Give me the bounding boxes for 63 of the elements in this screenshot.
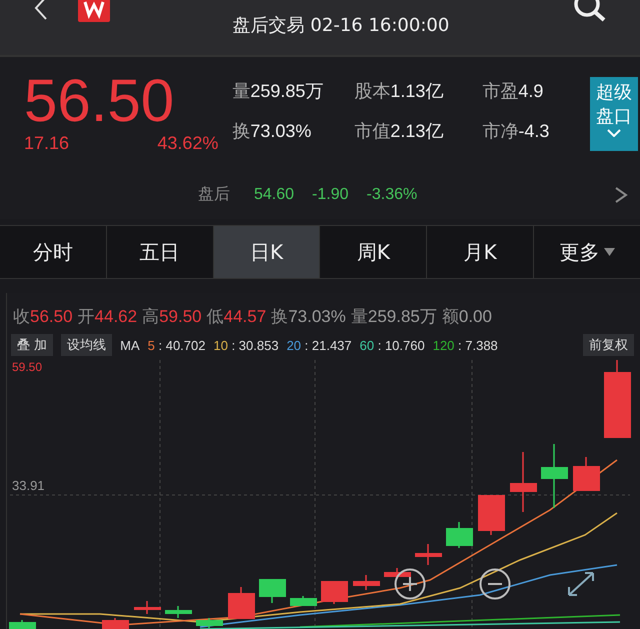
chevron-right-icon[interactable] [614,186,628,204]
after-hours-price: 54.60 [254,186,294,204]
chart-tab[interactable]: 分时 [0,226,107,278]
overlay-button[interactable]: 叠 加 [11,334,54,356]
ohlc-value: 额0.00 [442,306,492,328]
last-price: 56.50 [24,69,176,133]
ma-value: 10 : 30.853 [213,338,279,352]
zoom-in-icon[interactable] [394,568,426,600]
axis-label: 59.50 [12,360,42,374]
chart-tab[interactable]: 更多 [534,226,640,278]
candlestick [478,495,505,535]
ma-value: 120 : 7.388 [432,338,498,352]
candlestick [134,601,161,614]
stat-item: 量259.85万 [232,80,324,103]
ohlc-value: 开44.62 [78,306,138,328]
trading-status: 盘后交易 02-16 16:00:00 [232,14,450,38]
chart-tab[interactable]: 日K [214,226,320,278]
ma-value: 5 : 40.702 [148,338,206,352]
order-book-button[interactable]: 超级盘口 [590,77,638,151]
app-logo-icon [78,0,110,22]
candlestick [446,522,473,548]
ohlc-value: 收56.50 [13,306,73,328]
set-ma-button[interactable]: 设均线 [61,334,112,356]
chart-tab[interactable]: 月K [427,226,534,278]
candlestick [510,452,537,512]
candlestick [9,620,36,629]
candlestick [259,579,286,603]
chevron-down-icon [607,129,622,137]
candlestick [384,568,411,579]
ohlc-value: 低44.57 [206,306,266,328]
price-adjust-button[interactable]: 前复权 [583,334,634,356]
percent-change: 43.62% [157,133,218,154]
zoom-out-icon[interactable] [479,568,511,600]
candlestick [321,581,348,604]
after-hours-change: -1.90 [312,186,349,204]
ohlc-value: 换73.03% [271,306,346,328]
ma-value: 60 : 10.760 [360,338,425,352]
expand-icon[interactable] [566,570,596,598]
stat-item: 股本1.13亿 [354,80,444,103]
ma-label: MA [120,338,140,352]
price-change: 17.16 [24,133,70,154]
stat-item: 市盈4.9 [482,80,544,103]
after-hours-label: 盘后 [198,184,230,205]
stat-item: 市值2.13亿 [354,120,444,143]
candlestick [573,457,600,491]
candlestick [228,587,255,619]
stat-item: 市净-4.3 [482,120,550,143]
candlestick [102,618,129,629]
chart-tab[interactable]: 周K [320,226,428,278]
ohlc-value: 量259.85万 [350,306,437,328]
candlestick [415,544,442,565]
candlestick [541,444,568,508]
after-hours-percent: -3.36% [366,186,418,204]
dropdown-triangle-icon [604,248,615,256]
candlestick [290,596,317,606]
axis-label: 33.91 [12,478,45,493]
back-icon[interactable] [34,0,48,21]
ohlc-value: 高59.50 [142,306,202,328]
candlestick [196,618,223,628]
candlestick [165,606,192,618]
ma-value: 20 : 21.437 [286,338,352,352]
candlestick [353,575,380,590]
stat-item: 换73.03% [232,120,312,143]
